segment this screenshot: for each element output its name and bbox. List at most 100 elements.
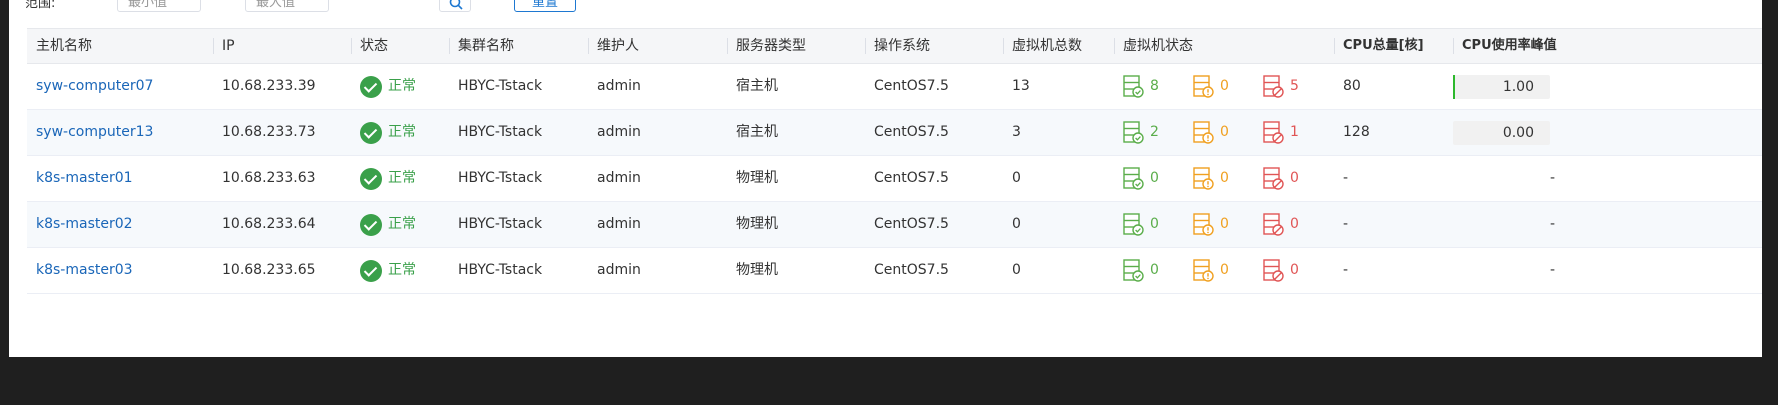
vm-stopped-indicator[interactable]: 1 xyxy=(1263,110,1333,155)
status-text: 正常 xyxy=(388,124,416,140)
server-running-icon xyxy=(1123,120,1144,144)
server-warning-icon xyxy=(1193,258,1214,282)
cpu-peak-cell: 0.00 xyxy=(1453,110,1573,155)
vm-warning-count: 0 xyxy=(1220,124,1229,140)
host-name-link[interactable]: syw-computer07 xyxy=(27,64,213,109)
vm-running-indicator[interactable]: 8 xyxy=(1123,64,1193,109)
search-button[interactable] xyxy=(439,0,471,12)
vm-warning-indicator[interactable]: 0 xyxy=(1193,248,1263,293)
host-name-link[interactable]: k8s-master03 xyxy=(27,248,213,293)
host-list-panel: 范围: 最小值 — 最大值 重置 主机名称 IP 状态 集群名称 维护人 服务器… xyxy=(9,0,1762,357)
vm-warning-count: 0 xyxy=(1220,262,1229,278)
vm-total-cell: 0 xyxy=(1012,170,1021,186)
cluster-cell: HBYC-Tstack xyxy=(458,262,543,278)
vm-stopped-indicator[interactable]: 5 xyxy=(1263,64,1333,109)
server-type-cell: 物理机 xyxy=(736,170,778,186)
status-cell: 正常 xyxy=(351,202,449,247)
vm-running-count: 0 xyxy=(1150,216,1159,232)
vm-status-cell: 0 0 0 xyxy=(1114,202,1334,247)
vm-warning-count: 0 xyxy=(1220,216,1229,232)
vm-warning-indicator[interactable]: 0 xyxy=(1193,202,1263,247)
status-text: 正常 xyxy=(388,216,416,232)
column-header-os[interactable]: 操作系统 xyxy=(865,29,1003,63)
vm-running-indicator[interactable]: 2 xyxy=(1123,110,1193,155)
vm-running-count: 8 xyxy=(1150,78,1159,94)
column-header-vm-status[interactable]: 虚拟机状态 xyxy=(1114,29,1334,63)
vm-total-cell: 0 xyxy=(1012,262,1021,278)
vm-running-count: 0 xyxy=(1150,262,1159,278)
column-header-cpu-peak[interactable]: CPU使用率峰值 xyxy=(1453,29,1563,63)
vm-warning-indicator[interactable]: 0 xyxy=(1193,110,1263,155)
table-row[interactable]: k8s-master03 10.68.233.65 正常 HBYC-Tstack adm… xyxy=(27,248,1762,294)
server-stopped-icon xyxy=(1263,258,1284,282)
server-running-icon xyxy=(1123,74,1144,98)
vm-total-cell: 13 xyxy=(1012,78,1030,94)
status-text: 正常 xyxy=(388,78,416,94)
cpu-peak-cell: 1.00 xyxy=(1453,64,1573,109)
range-max-input[interactable]: 最大值 xyxy=(245,0,329,12)
host-table: 主机名称 IP 状态 集群名称 维护人 服务器类型 操作系统 虚拟机总数 虚拟机… xyxy=(27,28,1762,294)
status-cell: 正常 xyxy=(351,156,449,201)
vm-running-indicator[interactable]: 0 xyxy=(1123,202,1193,247)
vm-stopped-count: 0 xyxy=(1290,170,1299,186)
owner-cell: admin xyxy=(597,216,641,232)
reset-button[interactable]: 重置 xyxy=(514,0,576,12)
cpu-peak-value: - xyxy=(1549,262,1555,278)
table-row[interactable]: k8s-master01 10.68.233.63 正常 HBYC-Tstack adm… xyxy=(27,156,1762,202)
vm-stopped-indicator[interactable]: 0 xyxy=(1263,202,1333,247)
server-warning-icon xyxy=(1193,74,1214,98)
server-stopped-icon xyxy=(1263,166,1284,190)
vm-warning-count: 0 xyxy=(1220,78,1229,94)
cluster-cell: HBYC-Tstack xyxy=(458,170,543,186)
vm-stopped-indicator[interactable]: 0 xyxy=(1263,248,1333,293)
cpu-peak-value: - xyxy=(1549,216,1555,232)
column-header-vm-total[interactable]: 虚拟机总数 xyxy=(1003,29,1114,63)
vm-running-indicator[interactable]: 0 xyxy=(1123,156,1193,201)
vm-total-cell: 0 xyxy=(1012,216,1021,232)
server-running-icon xyxy=(1123,258,1144,282)
vm-running-count: 0 xyxy=(1150,170,1159,186)
vm-status-cell: 2 0 1 xyxy=(1114,110,1334,155)
table-row[interactable]: syw-computer07 10.68.233.39 正常 HBYC-Tstack a… xyxy=(27,64,1762,110)
vm-warning-indicator[interactable]: 0 xyxy=(1193,64,1263,109)
server-stopped-icon xyxy=(1263,74,1284,98)
server-stopped-icon xyxy=(1263,212,1284,236)
os-cell: CentOS7.5 xyxy=(874,170,949,186)
server-warning-icon xyxy=(1193,120,1214,144)
host-name-link[interactable]: k8s-master02 xyxy=(27,202,213,247)
vm-total-cell: 3 xyxy=(1012,124,1021,140)
vm-stopped-indicator[interactable]: 0 xyxy=(1263,156,1333,201)
cluster-cell: HBYC-Tstack xyxy=(458,78,543,94)
os-cell: CentOS7.5 xyxy=(874,124,949,140)
table-row[interactable]: syw-computer13 10.68.233.73 正常 HBYC-Tstack a… xyxy=(27,110,1762,156)
vm-running-count: 2 xyxy=(1150,124,1159,140)
cpu-peak-value: 1.00 xyxy=(1502,79,1534,95)
host-name-link[interactable]: k8s-master01 xyxy=(27,156,213,201)
filter-bar: 范围: 最小值 — 最大值 重置 xyxy=(9,0,1762,14)
vm-warning-indicator[interactable]: 0 xyxy=(1193,156,1263,201)
column-header-ip[interactable]: IP xyxy=(213,29,351,63)
column-header-owner[interactable]: 维护人 xyxy=(588,29,727,63)
cpu-usage-bar: 0.00 xyxy=(1453,121,1550,145)
cpu-peak-cell: - xyxy=(1453,248,1573,293)
column-header-cluster[interactable]: 集群名称 xyxy=(449,29,588,63)
column-header-status[interactable]: 状态 xyxy=(351,29,449,63)
check-circle-icon xyxy=(360,121,382,144)
window-right-edge xyxy=(1762,0,1778,405)
host-name-link[interactable]: syw-computer13 xyxy=(27,110,213,155)
cluster-cell: HBYC-Tstack xyxy=(458,124,543,140)
cpu-usage-bar: 1.00 xyxy=(1453,75,1550,99)
status-text: 正常 xyxy=(388,262,416,278)
vm-status-cell: 0 0 0 xyxy=(1114,156,1334,201)
column-header-host[interactable]: 主机名称 xyxy=(27,29,213,63)
vm-running-indicator[interactable]: 0 xyxy=(1123,248,1193,293)
vm-status-cell: 0 0 0 xyxy=(1114,248,1334,293)
range-label: 范围: xyxy=(25,0,56,11)
ip-cell: 10.68.233.73 xyxy=(222,124,316,140)
range-min-input[interactable]: 最小值 xyxy=(117,0,201,12)
vm-warning-count: 0 xyxy=(1220,170,1229,186)
owner-cell: admin xyxy=(597,170,641,186)
column-header-cpu-total[interactable]: CPU总量[核] xyxy=(1334,29,1453,63)
table-row[interactable]: k8s-master02 10.68.233.64 正常 HBYC-Tstack adm… xyxy=(27,202,1762,248)
column-header-server-type[interactable]: 服务器类型 xyxy=(727,29,865,63)
